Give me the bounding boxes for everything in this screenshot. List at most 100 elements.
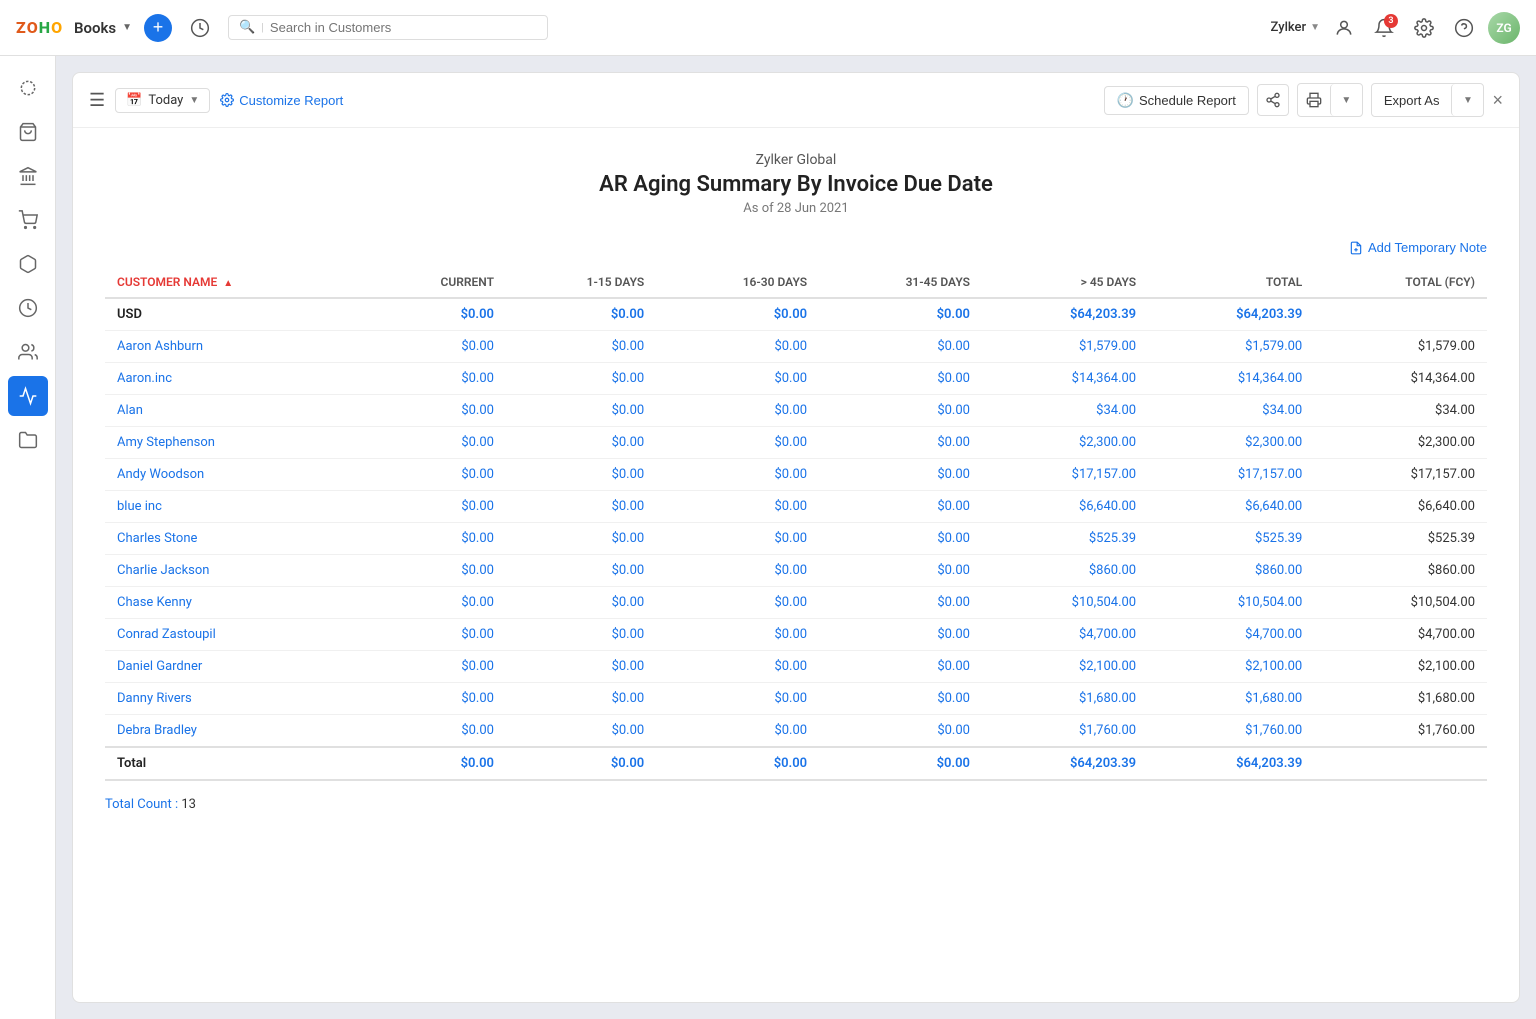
group-1-15: $0.00 bbox=[506, 298, 656, 331]
total: $1,680.00 bbox=[1148, 683, 1314, 715]
total-label: Total bbox=[105, 747, 363, 780]
help-icon[interactable] bbox=[1448, 12, 1480, 44]
col-16-30-days: 16-30 DAYS bbox=[656, 267, 819, 298]
customer-name[interactable]: Daniel Gardner bbox=[105, 651, 363, 683]
user-caret-icon: ▼ bbox=[1310, 22, 1320, 33]
group-current: $0.00 bbox=[363, 298, 506, 331]
sidebar-item-home[interactable] bbox=[8, 68, 48, 108]
schedule-icon: 🕐 bbox=[1117, 92, 1134, 109]
current-amount: $0.00 bbox=[363, 555, 506, 587]
sidebar-item-purchases[interactable] bbox=[8, 112, 48, 152]
total-fcy: $1,579.00 bbox=[1314, 331, 1487, 363]
search-bar[interactable]: 🔍 | bbox=[228, 15, 548, 40]
date-selector[interactable]: 📅 Today ▼ bbox=[115, 88, 210, 113]
total: $2,100.00 bbox=[1148, 651, 1314, 683]
sidebar-item-reports[interactable] bbox=[8, 376, 48, 416]
days-45plus: $2,100.00 bbox=[982, 651, 1148, 683]
days-1-15: $0.00 bbox=[506, 491, 656, 523]
date-caret-icon: ▼ bbox=[189, 95, 199, 106]
days-45plus: $2,300.00 bbox=[982, 427, 1148, 459]
customer-name[interactable]: Charlie Jackson bbox=[105, 555, 363, 587]
group-31-45: $0.00 bbox=[819, 298, 982, 331]
table-row: Andy Woodson $0.00 $0.00 $0.00 $0.00 $17… bbox=[105, 459, 1487, 491]
sidebar-item-documents[interactable] bbox=[8, 420, 48, 460]
history-icon[interactable] bbox=[184, 12, 216, 44]
total: $525.39 bbox=[1148, 523, 1314, 555]
report-toolbar: ☰ 📅 Today ▼ Customize Report bbox=[73, 73, 1519, 128]
customer-name[interactable]: Andy Woodson bbox=[105, 459, 363, 491]
customer-name[interactable]: Aaron Ashburn bbox=[105, 331, 363, 363]
customer-name[interactable]: Conrad Zastoupil bbox=[105, 619, 363, 651]
customer-name[interactable]: blue inc bbox=[105, 491, 363, 523]
table-row: Chase Kenny $0.00 $0.00 $0.00 $0.00 $10,… bbox=[105, 587, 1487, 619]
col-total: TOTAL bbox=[1148, 267, 1314, 298]
search-input[interactable] bbox=[270, 20, 537, 35]
current-amount: $0.00 bbox=[363, 587, 506, 619]
total: $1,760.00 bbox=[1148, 715, 1314, 748]
add-temporary-note-button[interactable]: Add Temporary Note bbox=[1349, 240, 1487, 255]
days-31-45: $0.00 bbox=[819, 427, 982, 459]
print-dropdown-button[interactable]: ▼ bbox=[1330, 84, 1362, 116]
add-button[interactable]: + bbox=[144, 14, 172, 42]
share-icon bbox=[1265, 92, 1281, 108]
product-name: Books bbox=[74, 19, 116, 37]
current-amount: $0.00 bbox=[363, 651, 506, 683]
add-note-label: Add Temporary Note bbox=[1368, 240, 1487, 255]
hamburger-button[interactable]: ☰ bbox=[89, 90, 105, 111]
sidebar-item-inventory[interactable] bbox=[8, 244, 48, 284]
share-button[interactable] bbox=[1257, 84, 1289, 116]
print-button[interactable] bbox=[1298, 84, 1330, 116]
export-group: Export As ▼ bbox=[1371, 83, 1485, 117]
days-16-30: $0.00 bbox=[656, 459, 819, 491]
days-31-45: $0.00 bbox=[819, 459, 982, 491]
current-amount: $0.00 bbox=[363, 427, 506, 459]
days-45plus: $34.00 bbox=[982, 395, 1148, 427]
current-amount: $0.00 bbox=[363, 395, 506, 427]
total-fcy: $6,640.00 bbox=[1314, 491, 1487, 523]
avatar[interactable]: ZG bbox=[1488, 12, 1520, 44]
current-amount: $0.00 bbox=[363, 459, 506, 491]
days-1-15: $0.00 bbox=[506, 555, 656, 587]
days-16-30: $0.00 bbox=[656, 427, 819, 459]
days-16-30: $0.00 bbox=[656, 587, 819, 619]
total-count-value: 13 bbox=[181, 797, 196, 812]
days-16-30: $0.00 bbox=[656, 683, 819, 715]
contacts-icon[interactable] bbox=[1328, 12, 1360, 44]
current-amount: $0.00 bbox=[363, 523, 506, 555]
customer-name[interactable]: Aaron.inc bbox=[105, 363, 363, 395]
close-icon: × bbox=[1492, 90, 1503, 111]
sidebar-item-sales[interactable] bbox=[8, 200, 48, 240]
add-note-row: Add Temporary Note bbox=[105, 240, 1487, 255]
sidebar-item-banking[interactable] bbox=[8, 156, 48, 196]
customer-name[interactable]: Danny Rivers bbox=[105, 683, 363, 715]
logo[interactable]: Z O H O Books ▼ bbox=[16, 14, 132, 42]
col-customer-name[interactable]: CUSTOMER NAME ▲ bbox=[105, 267, 363, 298]
settings-icon[interactable] bbox=[1408, 12, 1440, 44]
customer-name[interactable]: Debra Bradley bbox=[105, 715, 363, 748]
days-45plus: $4,700.00 bbox=[982, 619, 1148, 651]
export-button[interactable]: Export As bbox=[1372, 84, 1452, 116]
total: $860.00 bbox=[1148, 555, 1314, 587]
report-content: Zylker Global AR Aging Summary By Invoic… bbox=[73, 128, 1519, 1002]
total-row: Total $0.00 $0.00 $0.00 $0.00 $64,203.39… bbox=[105, 747, 1487, 780]
notifications-icon[interactable]: 3 bbox=[1368, 12, 1400, 44]
report-as-of: As of 28 Jun 2021 bbox=[105, 201, 1487, 216]
days-31-45: $0.00 bbox=[819, 523, 982, 555]
days-31-45: $0.00 bbox=[819, 395, 982, 427]
table-row: Alan $0.00 $0.00 $0.00 $0.00 $34.00 $34.… bbox=[105, 395, 1487, 427]
sidebar-item-contacts[interactable] bbox=[8, 332, 48, 372]
close-button[interactable]: × bbox=[1492, 90, 1503, 111]
customer-name[interactable]: Charles Stone bbox=[105, 523, 363, 555]
customize-report-button[interactable]: Customize Report bbox=[220, 93, 343, 108]
sidebar-item-time[interactable] bbox=[8, 288, 48, 328]
customer-name[interactable]: Amy Stephenson bbox=[105, 427, 363, 459]
days-31-45: $0.00 bbox=[819, 555, 982, 587]
schedule-report-button[interactable]: 🕐 Schedule Report bbox=[1104, 86, 1249, 115]
table-row: blue inc $0.00 $0.00 $0.00 $0.00 $6,640.… bbox=[105, 491, 1487, 523]
export-dropdown-button[interactable]: ▼ bbox=[1451, 84, 1483, 116]
days-45plus: $17,157.00 bbox=[982, 459, 1148, 491]
customer-name[interactable]: Alan bbox=[105, 395, 363, 427]
customer-name[interactable]: Chase Kenny bbox=[105, 587, 363, 619]
user-menu[interactable]: Zylker ▼ bbox=[1271, 20, 1320, 35]
col-current: CURRENT bbox=[363, 267, 506, 298]
